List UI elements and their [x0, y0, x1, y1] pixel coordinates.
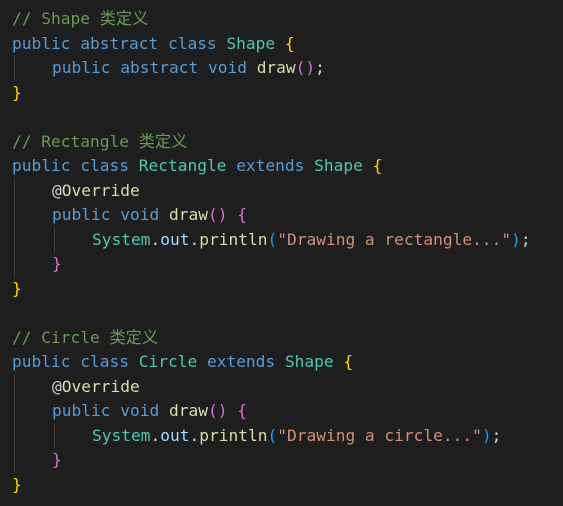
keyword-abstract: abstract — [120, 58, 199, 77]
dot: . — [150, 425, 161, 445]
code-line-11: } — [12, 252, 563, 277]
code-line-19: } — [12, 448, 563, 473]
comment-circle: // Circle 类定义 — [12, 327, 159, 347]
indent-guide — [14, 227, 15, 252]
keyword-public: public — [52, 58, 111, 77]
code-line-2: public abstract class Shape { — [12, 32, 563, 57]
method-name-println: println — [199, 425, 268, 445]
keyword-public: public — [52, 401, 111, 420]
paren-open: ( — [267, 425, 278, 445]
brace-close: } — [12, 278, 22, 298]
indent-guide — [54, 227, 55, 252]
class-name-rectangle: Rectangle — [138, 156, 227, 175]
keyword-extends: extends — [236, 156, 305, 175]
indent-guide — [14, 178, 15, 203]
brace-open: { — [343, 352, 354, 371]
brace-open: { — [372, 156, 383, 175]
keyword-public: public — [12, 156, 71, 175]
keyword-public: public — [12, 33, 71, 53]
parens: () — [207, 205, 228, 224]
code-line-7: public class Rectangle extends Shape { — [12, 154, 563, 179]
indent-guide — [14, 56, 15, 81]
code-line-16: @Override — [12, 374, 563, 399]
brace-open: { — [237, 205, 247, 224]
class-name-shape: Shape — [314, 156, 363, 175]
code-line-17: public void draw() { — [12, 399, 563, 424]
brace-close: } — [12, 474, 22, 494]
brace-close: } — [52, 254, 62, 273]
method-name-println: println — [199, 229, 268, 249]
indent-guide — [54, 423, 55, 448]
keyword-abstract: abstract — [80, 33, 159, 53]
annotation-override: Override — [61, 180, 140, 200]
code-line-15: public class Circle extends Shape { — [12, 350, 563, 375]
brace-close: } — [12, 82, 22, 102]
comment-shape: // Shape 类定义 — [12, 9, 149, 28]
method-name-draw: draw — [168, 401, 208, 420]
code-line-6: // Rectangle 类定义 — [12, 130, 563, 155]
paren-open: ( — [267, 229, 278, 249]
code-line-3: public abstract void draw(); — [12, 56, 563, 81]
code-line-20: } — [12, 473, 563, 498]
brace-open: { — [237, 401, 247, 420]
annotation-at: @ — [52, 376, 62, 396]
indent-guide — [14, 252, 15, 277]
paren-close: ) — [511, 229, 521, 249]
method-name-draw: draw — [168, 205, 208, 224]
dot: . — [189, 425, 200, 445]
semicolon: ; — [520, 229, 531, 249]
comment-rectangle: // Rectangle 类定义 — [12, 131, 188, 151]
code-line-10: System.out.println("Drawing a rectangle.… — [12, 227, 563, 252]
dot: . — [189, 229, 200, 249]
identifier-out: out — [160, 425, 190, 445]
keyword-void: void — [207, 58, 247, 77]
code-line-14: // Circle 类定义 — [12, 326, 563, 351]
parens: () — [207, 401, 228, 420]
identifier-out: out — [160, 229, 190, 249]
string-literal: "Drawing a circle..." — [277, 425, 482, 445]
semicolon: ; — [491, 425, 502, 445]
code-line-9: public void draw() { — [12, 203, 563, 228]
keyword-class: class — [80, 352, 129, 371]
code-line-18: System.out.println("Drawing a circle..."… — [12, 423, 563, 448]
indent-guide — [14, 423, 15, 448]
indent-guide — [14, 448, 15, 473]
semicolon: ; — [315, 58, 325, 77]
parens: () — [295, 58, 316, 77]
class-name-shape: Shape — [226, 33, 276, 53]
class-name-shape: Shape — [284, 352, 334, 371]
code-line-8: @Override — [12, 178, 563, 203]
class-name-circle: Circle — [138, 352, 198, 371]
keyword-extends: extends — [206, 352, 276, 371]
annotation-override: Override — [61, 376, 140, 396]
code-line-1: // Shape 类定义 — [12, 7, 563, 32]
dot: . — [150, 229, 161, 249]
code-line-4: } — [12, 81, 563, 106]
code-editor[interactable]: // Shape 类定义 public abstract class Shape… — [0, 0, 563, 506]
string-literal: "Drawing a rectangle..." — [277, 229, 512, 249]
brace-close: } — [52, 450, 62, 469]
keyword-public: public — [52, 205, 111, 224]
paren-close: ) — [481, 425, 492, 445]
identifier-system: System — [92, 229, 151, 249]
keyword-void: void — [120, 401, 160, 420]
keyword-void: void — [120, 205, 160, 224]
keyword-class: class — [167, 33, 217, 53]
keyword-class: class — [80, 156, 129, 175]
indent-guide — [14, 399, 15, 424]
indent-guide — [14, 374, 15, 399]
method-name-draw: draw — [256, 58, 296, 77]
annotation-at: @ — [52, 180, 62, 200]
code-line-12: } — [12, 277, 563, 302]
brace-open: { — [284, 33, 295, 53]
indent-guide — [14, 203, 15, 228]
keyword-public: public — [12, 352, 71, 371]
identifier-system: System — [92, 425, 151, 445]
